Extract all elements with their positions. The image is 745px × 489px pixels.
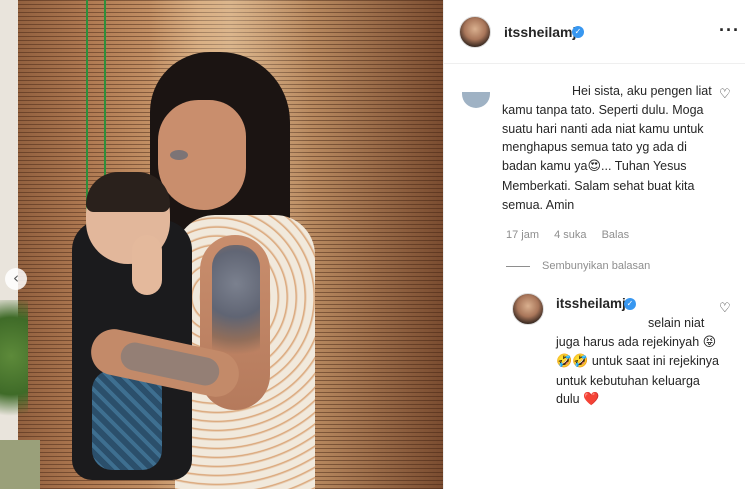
hide-replies-toggle[interactable]: Sembunyikan balasan [506, 260, 650, 272]
like-reply-heart-icon[interactable]: ♡ [719, 302, 733, 316]
red-heart-emoji: ❤️ [583, 392, 600, 408]
avatar[interactable] [459, 16, 491, 48]
hide-replies-label[interactable]: Sembunyikan balasan [542, 260, 650, 272]
verified-badge-icon: ✓ [572, 26, 584, 38]
more-options-icon[interactable]: ··· [719, 20, 740, 41]
reply-text: selain niat juga harus ada rejekinyah [556, 316, 705, 349]
baby-legs [92, 370, 162, 470]
floor [0, 440, 40, 489]
comment-body: Hei sista, aku pengen liat kamu tanpa ta… [502, 82, 717, 215]
reply-body: selain niat juga harus ada rejekinyah 😝🤣… [556, 314, 726, 410]
post-photo[interactable]: ‹ [0, 0, 443, 489]
comment-time: 17 jam [506, 229, 540, 241]
face-tattoo [170, 150, 188, 160]
post-header: itssheilamj ✓ ··· [444, 0, 745, 64]
post-username[interactable]: itssheilamj [504, 24, 576, 40]
verified-badge-icon: ✓ [624, 298, 636, 310]
comment-meta: 17 jam 4 suka Balas [506, 229, 641, 241]
comment-likes[interactable]: 4 suka [554, 229, 586, 241]
post-side-panel: itssheilamj ✓ ··· Hei sista, aku pengen … [443, 0, 745, 489]
reply-username[interactable]: itssheilamj [556, 296, 626, 311]
commenter-avatar[interactable] [462, 92, 490, 108]
avatar[interactable] [512, 293, 544, 325]
like-comment-heart-icon[interactable]: ♡ [719, 88, 733, 102]
plant [0, 300, 28, 440]
reply-button[interactable]: Balas [602, 229, 630, 241]
baby-arm [132, 235, 162, 295]
divider-line [506, 265, 530, 267]
chevron-left-icon[interactable]: ‹ [5, 268, 27, 290]
baby-hair [86, 172, 170, 212]
heart-eyes-emoji: 😍 [587, 159, 602, 175]
